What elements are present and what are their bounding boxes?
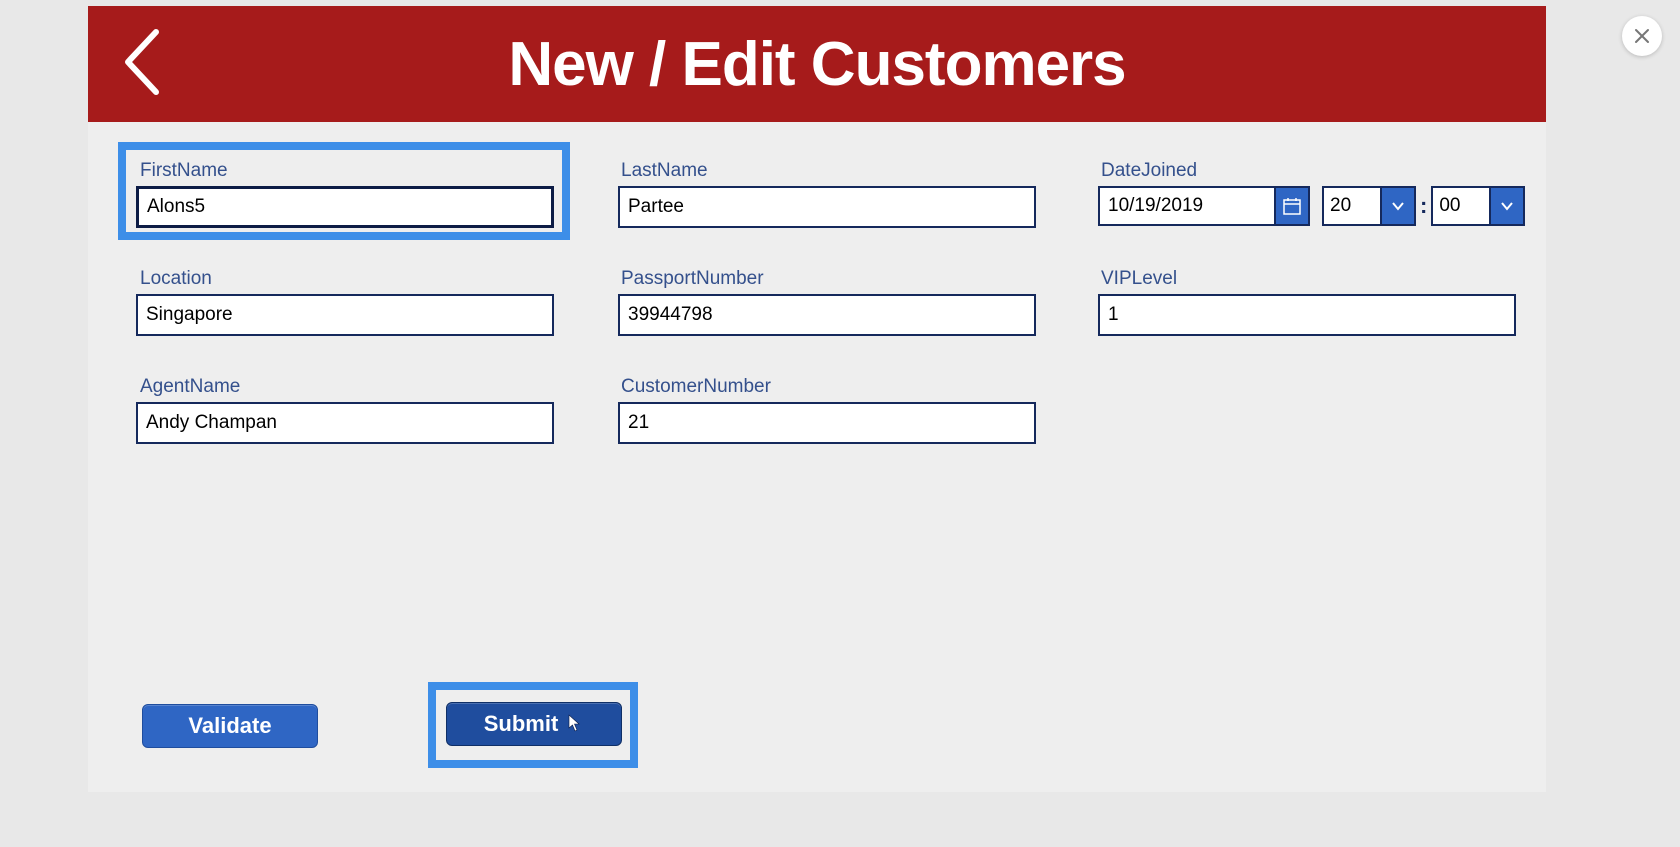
form-body: FirstName LastName DateJoined : [88, 122, 1546, 792]
close-icon [1634, 28, 1650, 44]
datejoined-calendar-button[interactable] [1274, 186, 1310, 226]
lastname-input[interactable] [618, 186, 1036, 228]
passportnumber-input[interactable] [618, 294, 1036, 336]
calendar-icon [1283, 197, 1301, 215]
datejoined-hour-dropdown[interactable] [1380, 186, 1416, 226]
submit-button[interactable]: Submit [446, 702, 622, 746]
time-separator: : [1416, 193, 1431, 219]
datejoined-label: DateJoined [1101, 160, 1197, 182]
agentname-input[interactable] [136, 402, 554, 444]
viplevel-label: VIPLevel [1101, 268, 1177, 290]
customernumber-input[interactable] [618, 402, 1036, 444]
chevron-down-icon [1499, 198, 1515, 214]
validate-button[interactable]: Validate [142, 704, 318, 748]
lastname-label: LastName [621, 160, 708, 182]
location-label: Location [140, 268, 212, 290]
datejoined-date-input[interactable] [1098, 186, 1274, 226]
page-title: New / Edit Customers [88, 29, 1546, 100]
agentname-label: AgentName [140, 376, 240, 398]
customernumber-label: CustomerNumber [621, 376, 771, 398]
validate-button-label: Validate [188, 713, 271, 739]
location-input[interactable] [136, 294, 554, 336]
firstname-label: FirstName [140, 160, 228, 182]
datejoined-minute-dropdown[interactable] [1489, 186, 1525, 226]
cursor-icon [566, 714, 584, 734]
page-root: New / Edit Customers FirstName LastName … [0, 0, 1680, 847]
datejoined-hour-input[interactable] [1322, 186, 1380, 226]
header-bar: New / Edit Customers [88, 6, 1546, 122]
viplevel-input[interactable] [1098, 294, 1516, 336]
close-button[interactable] [1622, 16, 1662, 56]
datejoined-group: : [1098, 186, 1525, 226]
chevron-down-icon [1390, 198, 1406, 214]
chevron-left-icon [118, 26, 164, 98]
passportnumber-label: PassportNumber [621, 268, 764, 290]
submit-button-label: Submit [484, 711, 559, 737]
datejoined-minute-input[interactable] [1431, 186, 1489, 226]
firstname-input[interactable] [136, 186, 554, 228]
back-button[interactable] [118, 26, 164, 98]
